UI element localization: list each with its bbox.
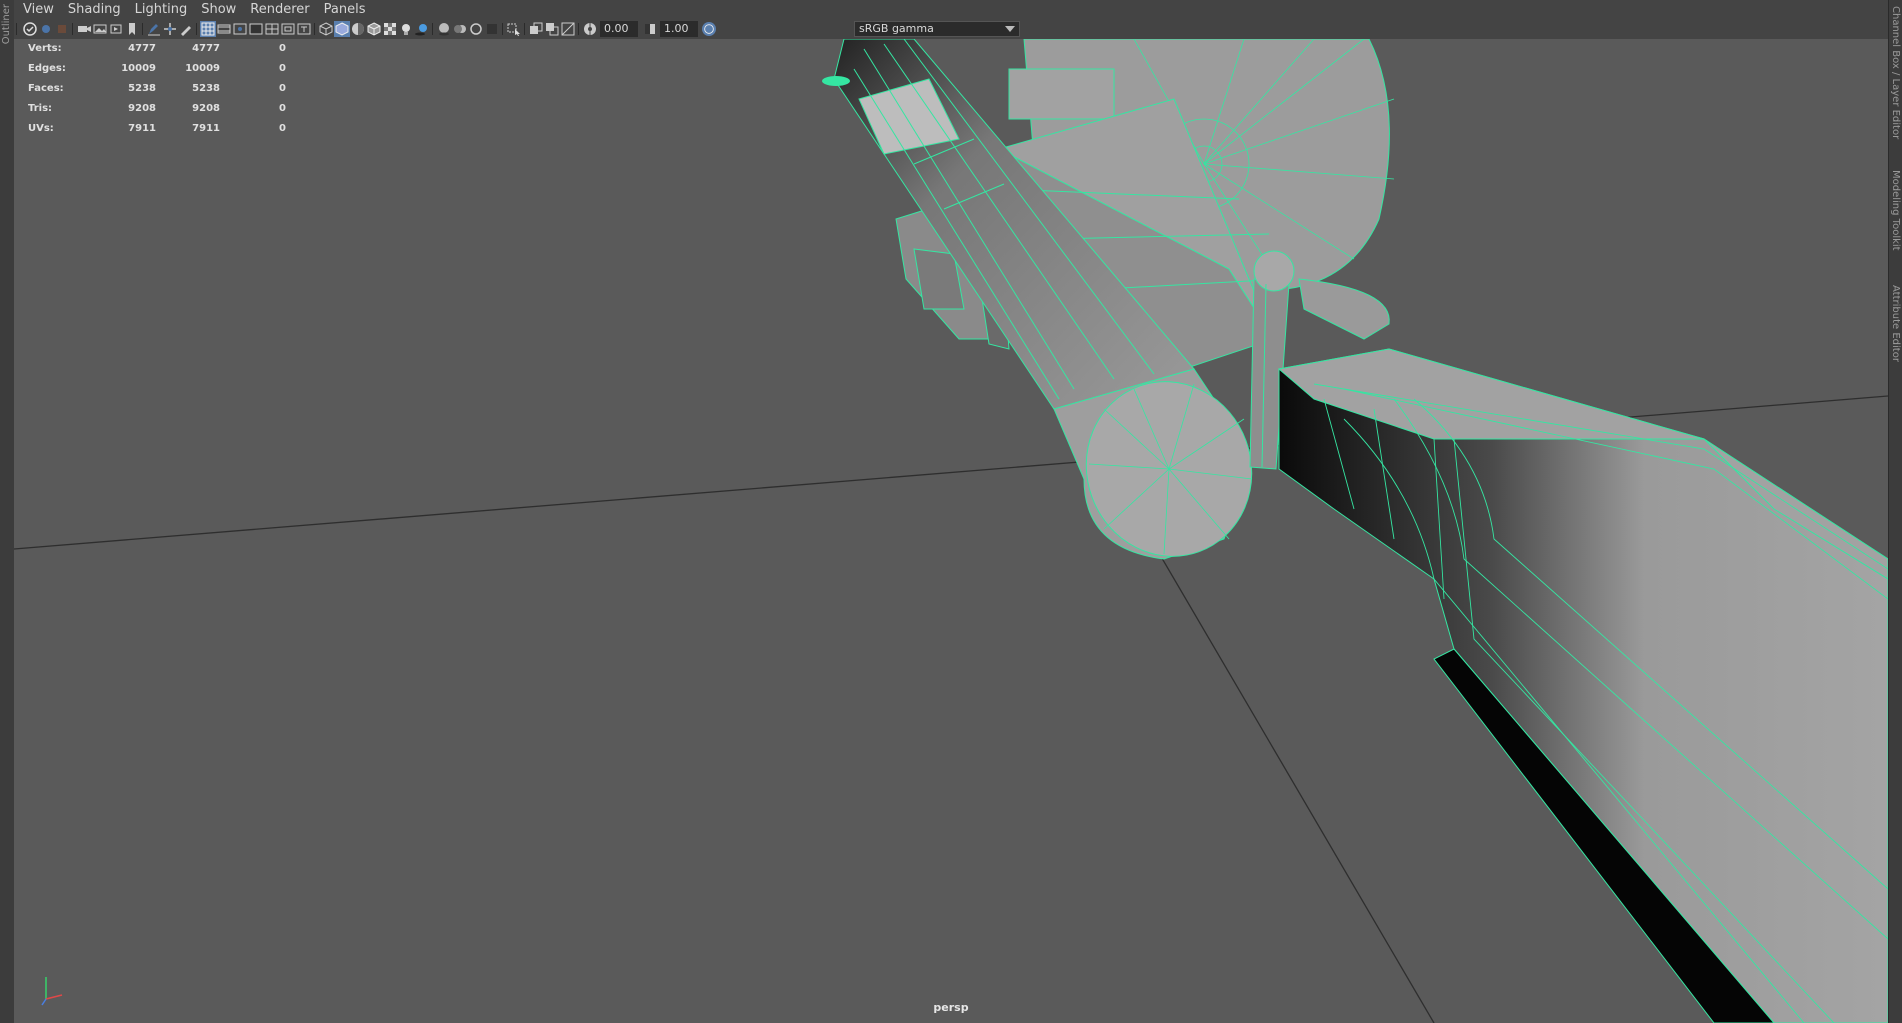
panel-menubar: View Shading Lighting Show Renderer Pane… bbox=[14, 0, 1888, 19]
hud-label: UVs: bbox=[28, 123, 54, 134]
gamma-field[interactable]: 1.00 bbox=[660, 21, 698, 37]
outliner-side-tab[interactable]: Outliner bbox=[0, 0, 15, 1023]
select-camera-icon[interactable] bbox=[22, 21, 38, 37]
depth-of-field-icon[interactable] bbox=[484, 21, 500, 37]
heads-up-poly-count: Verts: 4777 4777 0 Edges: 10009 10009 0 … bbox=[28, 39, 286, 139]
resolution-gate-icon[interactable] bbox=[232, 21, 248, 37]
hud-value: 10009 bbox=[121, 63, 156, 74]
hud-value: 9208 bbox=[192, 103, 220, 114]
menu-renderer[interactable]: Renderer bbox=[243, 0, 316, 19]
hud-row: Tris: 9208 9208 0 bbox=[28, 99, 286, 119]
exposure-icon[interactable] bbox=[582, 21, 598, 37]
hud-value: 5238 bbox=[192, 83, 220, 94]
right-side-tabs: Channel Box / Layer Editor Modeling Tool… bbox=[1888, 0, 1902, 1023]
paint-icon[interactable] bbox=[178, 21, 194, 37]
isolate-select-icon[interactable] bbox=[506, 21, 522, 37]
wireframe-icon[interactable] bbox=[318, 21, 334, 37]
color-space-dropdown[interactable]: sRGB gamma bbox=[854, 21, 1020, 37]
shadows-icon[interactable] bbox=[414, 21, 430, 37]
panel-toolbar: 0.00 1.00 sRGB gamma bbox=[14, 19, 1888, 40]
motion-blur-icon[interactable] bbox=[452, 21, 468, 37]
default-material-icon[interactable] bbox=[350, 21, 366, 37]
grid-icon[interactable] bbox=[200, 21, 216, 37]
camera-icon[interactable] bbox=[76, 21, 92, 37]
hud-value: 9208 bbox=[128, 103, 156, 114]
color-space-value: sRGB gamma bbox=[859, 22, 934, 35]
gamma-icon[interactable] bbox=[642, 21, 658, 37]
smooth-shade-icon[interactable] bbox=[334, 21, 350, 37]
hud-value: 4777 bbox=[128, 43, 156, 54]
anti-aliasing-icon[interactable] bbox=[468, 21, 484, 37]
xray-joints-icon[interactable] bbox=[544, 21, 560, 37]
hud-row: Verts: 4777 4777 0 bbox=[28, 39, 286, 59]
camera-name-label: persp bbox=[933, 1001, 969, 1014]
film-gate-icon[interactable] bbox=[216, 21, 232, 37]
xray-icon[interactable] bbox=[528, 21, 544, 37]
attribute-editor-tab[interactable]: Attribute Editor bbox=[1890, 285, 1901, 362]
camera-attributes-icon[interactable] bbox=[54, 21, 70, 37]
menu-panels[interactable]: Panels bbox=[317, 0, 373, 19]
grease-pencil-icon[interactable] bbox=[146, 21, 162, 37]
safe-action-icon[interactable] bbox=[280, 21, 296, 37]
hud-value: 0 bbox=[279, 123, 286, 134]
hud-value: 7911 bbox=[128, 123, 156, 134]
move-camera-icon[interactable] bbox=[162, 21, 178, 37]
hud-value: 0 bbox=[279, 63, 286, 74]
menu-lighting[interactable]: Lighting bbox=[128, 0, 195, 19]
exposure-field[interactable]: 0.00 bbox=[600, 21, 638, 37]
lock-camera-icon[interactable] bbox=[38, 21, 54, 37]
field-chart-icon[interactable] bbox=[264, 21, 280, 37]
safe-title-icon[interactable] bbox=[296, 21, 312, 37]
modeling-toolkit-tab[interactable]: Modeling Toolkit bbox=[1890, 170, 1901, 251]
menu-view[interactable]: View bbox=[16, 0, 61, 19]
scene-render[interactable] bbox=[14, 39, 1888, 1023]
hud-row: UVs: 7911 7911 0 bbox=[28, 119, 286, 139]
channel-box-tab[interactable]: Channel Box / Layer Editor bbox=[1890, 6, 1901, 139]
hud-value: 7911 bbox=[192, 123, 220, 134]
use-default-lights-icon[interactable] bbox=[398, 21, 414, 37]
menu-show[interactable]: Show bbox=[194, 0, 243, 19]
pivot-marker bbox=[822, 76, 850, 86]
hud-label: Faces: bbox=[28, 83, 64, 94]
hud-value: 4777 bbox=[192, 43, 220, 54]
2d-pan-zoom-icon[interactable] bbox=[124, 21, 140, 37]
hud-value: 0 bbox=[279, 43, 286, 54]
xray-active-components-icon[interactable] bbox=[560, 21, 576, 37]
hud-value: 5238 bbox=[128, 83, 156, 94]
color-management-icon[interactable] bbox=[702, 22, 716, 36]
bookmark-icon[interactable] bbox=[108, 21, 124, 37]
hud-label: Edges: bbox=[28, 63, 66, 74]
wireframe-on-shaded-icon[interactable] bbox=[366, 21, 382, 37]
textured-icon[interactable] bbox=[382, 21, 398, 37]
screen-space-ao-icon[interactable] bbox=[436, 21, 452, 37]
menu-shading[interactable]: Shading bbox=[61, 0, 128, 19]
hud-label: Tris: bbox=[28, 103, 53, 114]
hud-value: 0 bbox=[279, 103, 286, 114]
gate-mask-icon[interactable] bbox=[248, 21, 264, 37]
hud-row: Faces: 5238 5238 0 bbox=[28, 79, 286, 99]
3d-viewport[interactable]: Verts: 4777 4777 0 Edges: 10009 10009 0 … bbox=[14, 39, 1888, 1023]
outliner-tab-label: Outliner bbox=[1, 4, 12, 45]
hud-value: 0 bbox=[279, 83, 286, 94]
image-plane-icon[interactable] bbox=[92, 21, 108, 37]
hud-value: 10009 bbox=[185, 63, 220, 74]
stock bbox=[1277, 348, 1888, 1023]
hud-row: Edges: 10009 10009 0 bbox=[28, 59, 286, 79]
chevron-down-icon bbox=[1005, 26, 1015, 32]
hud-label: Verts: bbox=[28, 43, 62, 54]
